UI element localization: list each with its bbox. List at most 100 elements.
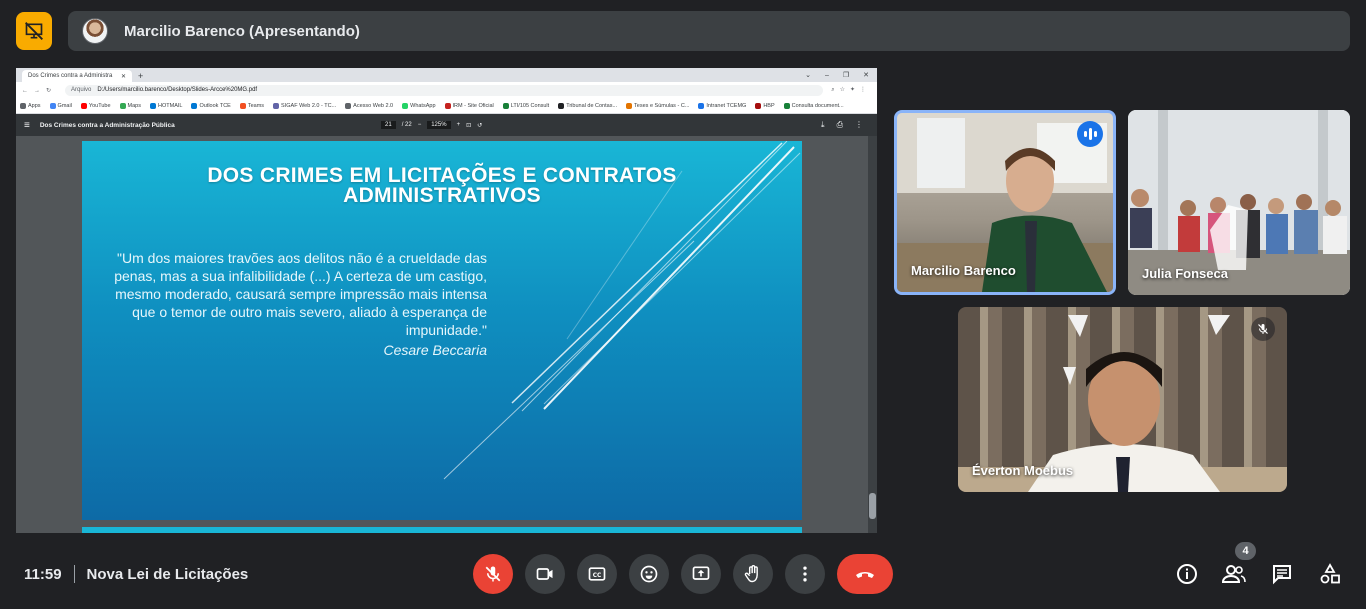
meeting-info-button[interactable] [1174, 561, 1200, 587]
pdf-scroll-thumb[interactable] [869, 493, 876, 519]
activities-icon [1320, 563, 1340, 584]
participant-tile[interactable]: Marcilio Barenco [894, 110, 1116, 295]
bookmark-item[interactable]: HBP [755, 102, 775, 109]
participant-tile[interactable]: Julia Fonseca [1128, 110, 1350, 295]
bookmark-item[interactable]: YouTube [80, 102, 111, 109]
bookmark-item[interactable]: WhatsApp [402, 102, 436, 109]
download-icon[interactable]: ⤓ [821, 120, 825, 130]
bookmark-item[interactable]: Maps [119, 102, 141, 109]
bookmark-item[interactable]: HOTMAIL [150, 102, 182, 109]
participant-name: Julia Fonseca [1142, 266, 1228, 281]
toggle-mic-button[interactable] [473, 554, 513, 594]
close-window-icon[interactable]: ✕ [863, 70, 869, 82]
mic-off-icon [1251, 317, 1275, 341]
presentation-off-icon [25, 22, 43, 40]
toggle-camera-button[interactable] [525, 554, 565, 594]
browser-tab-strip: Dos Crimes contra a Administra ✕ + ⌄ – ❐… [16, 68, 877, 82]
slide-title-line1: DOS CRIMES EM LICITAÇÕES E CONTRATOS [207, 164, 677, 187]
bookmark-item[interactable]: Acesso Web 2.0 [345, 102, 393, 109]
close-icon[interactable]: ✕ [121, 73, 126, 80]
raise-hand-button[interactable] [733, 554, 773, 594]
page-total: / 22 [401, 122, 412, 128]
address-url: D:/Users/marcilio.barenco/Desktop/Slides… [97, 87, 258, 93]
meeting-details: 11:59 Nova Lei de Licitações [24, 562, 248, 586]
nav-arrows-icon[interactable]: ←→↻ [22, 87, 57, 94]
chat-button[interactable] [1269, 561, 1295, 587]
captions-icon: CC [588, 567, 606, 581]
bookmark-item[interactable]: Apps [20, 102, 41, 109]
menu-icon[interactable]: ≡ [24, 120, 30, 131]
pdf-scrollbar[interactable] [868, 136, 877, 533]
stop-presenting-button[interactable] [16, 12, 52, 50]
divider [73, 565, 75, 583]
browser-tab-title: Dos Crimes contra a Administra [28, 73, 113, 79]
participant-tile[interactable]: Éverton Moebus [958, 307, 1287, 492]
bookmark-item[interactable]: Teses e Súmulas - C... [626, 102, 689, 109]
rotate-icon[interactable]: ↺ [477, 122, 482, 129]
pdf-page-controls: 21 / 22 − 125% + ⊡ ↺ [381, 121, 482, 129]
svg-text:CC: CC [593, 573, 602, 579]
chat-icon [1273, 565, 1291, 585]
slide: DOS CRIMES EM LICITAÇÕES E CONTRATOS ADM… [82, 141, 802, 520]
window-controls: ⌄ – ❐ ✕ [805, 70, 877, 82]
more-options-icon [803, 566, 807, 582]
leave-call-button[interactable] [837, 554, 893, 594]
zoom-in-button[interactable]: + [457, 122, 461, 128]
zoom-level[interactable]: 125% [427, 121, 451, 129]
meeting-title[interactable]: Nova Lei de Licitações [87, 566, 249, 583]
present-now-button[interactable] [681, 554, 721, 594]
clock: 11:59 [24, 565, 62, 583]
more-options-button[interactable] [785, 554, 825, 594]
pdf-document-title: Dos Crimes contra a Administração Públic… [39, 121, 175, 129]
address-bar[interactable]: Arquivo D:/Users/marcilio.barenco/Deskto… [65, 84, 824, 96]
raise-hand-icon [744, 565, 758, 583]
bookmarks-bar: Apps Gmail YouTube Maps HOTMAIL Outlook … [16, 98, 877, 114]
people-icon [1221, 565, 1246, 583]
bookmark-item[interactable]: LTI/105 Consult [502, 102, 549, 109]
browser-tools-icon[interactable]: ⌕☆✦⋮ [831, 86, 871, 94]
pdf-page-area: DOS CRIMES EM LICITAÇÕES E CONTRATOS ADM… [16, 136, 877, 533]
presenter-avatar [82, 18, 108, 44]
participant-name: Éverton Moebus [972, 463, 1074, 478]
browser-tab[interactable]: Dos Crimes contra a Administra ✕ [22, 70, 132, 82]
bookmark-item[interactable]: SIGAF Web 2.0 - TC... [273, 102, 336, 109]
quote-text: "Um dos maiores travões aos delitos não … [114, 250, 487, 338]
present-screen-icon [692, 566, 710, 580]
camera-icon [536, 568, 553, 580]
address-label: Arquivo [71, 87, 92, 93]
bookmark-item[interactable]: Outlook TCE [191, 102, 231, 109]
minimize-icon[interactable]: – [825, 70, 829, 82]
presenter-label: Marcilio Barenco (Apresentando) [124, 22, 360, 40]
emoji-icon [640, 565, 658, 583]
bookmark-item[interactable]: Intranet TCEMG [698, 102, 746, 109]
bookmark-item[interactable]: Tribunal de Contas... [558, 102, 617, 109]
slide-title-line2: ADMINISTRATIVOS [343, 184, 541, 207]
bookmark-item[interactable]: Consulta document... [783, 102, 844, 109]
activities-button[interactable] [1317, 561, 1343, 587]
bookmark-item[interactable]: Teams [239, 102, 264, 109]
new-tab-icon[interactable]: + [138, 70, 143, 82]
pdf-toolbar: ≡ Dos Crimes contra a Administração Públ… [16, 114, 877, 136]
shared-screen: Dos Crimes contra a Administra ✕ + ⌄ – ❐… [16, 68, 877, 533]
presenter-bar: Marcilio Barenco (Apresentando) [68, 11, 1350, 51]
people-count-badge: 4 [1235, 542, 1256, 560]
print-icon[interactable]: ⎙ [837, 120, 843, 130]
participant-name: Marcilio Barenco [911, 263, 1016, 278]
people-button[interactable] [1221, 561, 1247, 587]
more-icon[interactable]: ⋮ [855, 120, 863, 130]
slide-quote: "Um dos maiores travões aos delitos não … [112, 249, 487, 359]
maximize-icon[interactable]: ❐ [843, 70, 849, 82]
zoom-out-button[interactable]: − [418, 122, 422, 128]
captions-button[interactable]: CC [577, 554, 617, 594]
pdf-actions: ⤓ ⎙ ⋮ [821, 120, 863, 130]
reactions-button[interactable] [629, 554, 669, 594]
bookmark-item[interactable]: Gmail [49, 102, 72, 109]
next-slide-edge [82, 527, 802, 533]
chevron-down-icon[interactable]: ⌄ [805, 70, 811, 82]
fit-page-icon[interactable]: ⊡ [466, 122, 471, 129]
hangup-icon [856, 572, 874, 578]
slide-title: DOS CRIMES EM LICITAÇÕES E CONTRATOS ADM… [82, 164, 802, 207]
page-number-input[interactable]: 21 [381, 121, 396, 129]
bookmark-item[interactable]: IRM - Site Oficial [444, 102, 494, 109]
speaking-indicator-icon [1077, 121, 1103, 147]
